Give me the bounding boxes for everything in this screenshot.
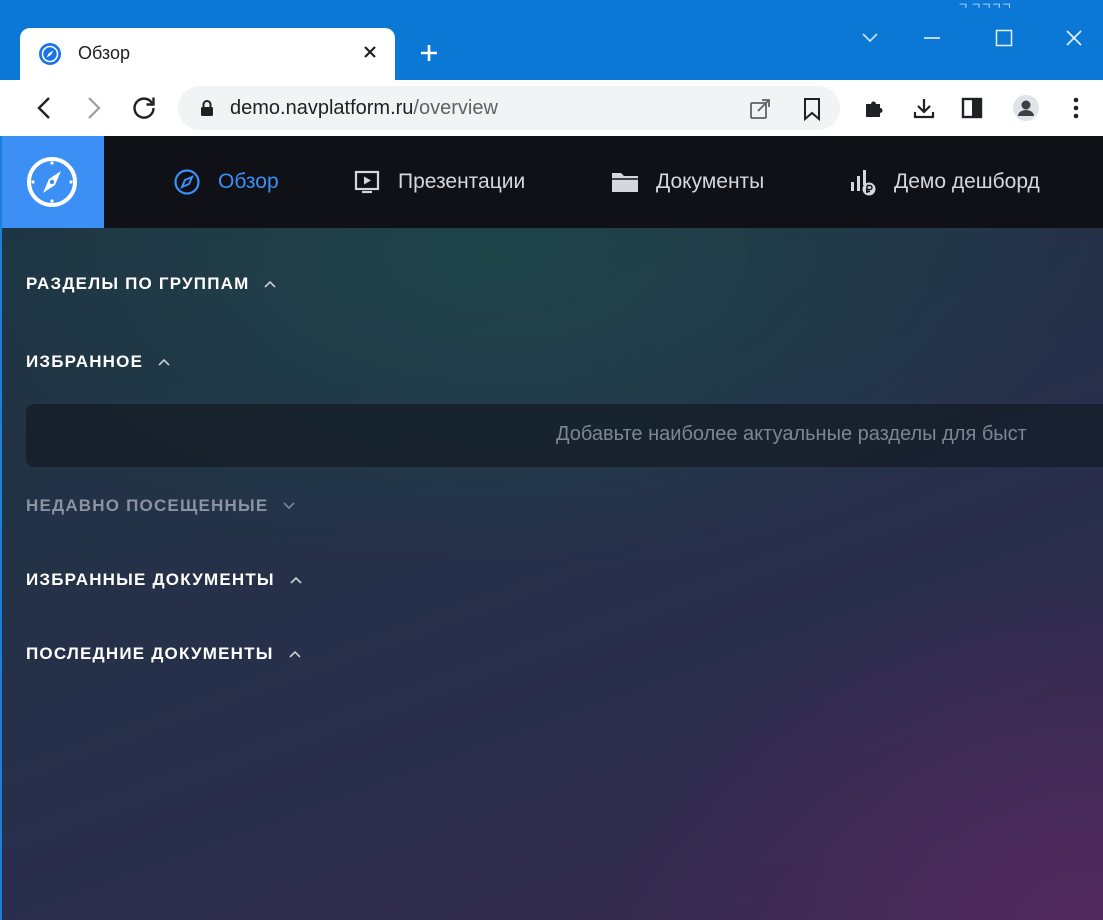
favorites-hint-text: Добавьте наиболее актуальные разделы для… bbox=[556, 423, 1027, 445]
chevron-up-icon bbox=[263, 277, 277, 291]
nav-item-presentations[interactable]: Презентации bbox=[352, 166, 525, 198]
browser-menu-icon[interactable] bbox=[1062, 94, 1090, 122]
app-content: Обзор Презентации Документы Демо дешборд… bbox=[0, 136, 1103, 920]
dashboard-chart-icon bbox=[848, 167, 878, 197]
presentation-icon bbox=[352, 167, 382, 197]
tab-title: Обзор bbox=[78, 43, 130, 63]
maximize-icon[interactable] bbox=[984, 20, 1024, 56]
tab-search-chevron-icon[interactable] bbox=[850, 20, 890, 56]
section-favorite-documents-toggle[interactable]: ИЗБРАННЫЕ ДОКУМЕНТЫ bbox=[26, 570, 303, 590]
nav-item-label: Презентации bbox=[398, 170, 526, 193]
app-header: Обзор Презентации Документы Демо дешборд bbox=[0, 136, 1103, 228]
section-title: РАЗДЕЛЫ ПО ГРУППАМ bbox=[26, 274, 250, 293]
section-title: НЕДАВНО ПОСЕЩЕННЫЕ bbox=[26, 496, 269, 515]
extensions-puzzle-icon[interactable] bbox=[860, 94, 888, 122]
nav-item-label: Демо дешборд bbox=[894, 170, 1040, 193]
section-recent-toggle[interactable]: НЕДАВНО ПОСЕЩЕННЫЕ bbox=[26, 496, 296, 516]
window-close-icon[interactable] bbox=[1054, 20, 1094, 56]
download-icon[interactable] bbox=[910, 94, 938, 122]
url-path: /overview bbox=[413, 97, 498, 119]
section-last-documents-toggle[interactable]: ПОСЛЕДНИЕ ДОКУМЕНТЫ bbox=[26, 644, 302, 664]
browser-tab[interactable]: Обзор bbox=[20, 28, 395, 80]
window-caption-text: ᄀ ᄀᄀᄀᄀ bbox=[958, 3, 1012, 15]
forward-arrow-icon[interactable] bbox=[78, 92, 110, 124]
section-title: ИЗБРАННОЕ bbox=[26, 352, 144, 371]
compass-favicon-icon bbox=[39, 43, 61, 65]
favorites-empty-panel: Добавьте наиболее актуальные разделы для… bbox=[26, 404, 1103, 467]
reload-icon[interactable] bbox=[128, 92, 160, 124]
new-tab-icon[interactable] bbox=[412, 36, 446, 70]
window-left-border bbox=[0, 136, 2, 920]
bookmark-icon[interactable] bbox=[800, 97, 824, 121]
chevron-up-icon bbox=[289, 573, 303, 587]
nav-item-demo-dashboard[interactable]: Демо дешборд bbox=[848, 166, 1040, 198]
share-icon[interactable] bbox=[748, 97, 772, 121]
chevron-up-icon bbox=[157, 355, 171, 369]
nav-item-overview[interactable]: Обзор bbox=[172, 166, 279, 198]
url-text: demo.navplatform.ru/overview bbox=[230, 97, 498, 120]
section-title: ИЗБРАННЫЕ ДОКУМЕНТЫ bbox=[26, 570, 275, 589]
browser-titlebar: Обзор ᄀ ᄀᄀᄀᄀ bbox=[0, 0, 1103, 80]
chevron-up-icon bbox=[288, 647, 302, 661]
profile-avatar-icon[interactable] bbox=[1012, 94, 1040, 122]
nav-item-label: Обзор bbox=[218, 170, 279, 193]
address-bar[interactable]: demo.navplatform.ru/overview bbox=[178, 86, 840, 130]
nav-item-label: Документы bbox=[656, 170, 765, 193]
section-title: ПОСЛЕДНИЕ ДОКУМЕНТЫ bbox=[26, 644, 274, 663]
chevron-down-icon bbox=[282, 499, 296, 513]
browser-toolbar: demo.navplatform.ru/overview bbox=[0, 80, 1103, 136]
tab-close-icon[interactable] bbox=[359, 41, 381, 63]
compass-icon bbox=[172, 167, 202, 197]
minimize-icon[interactable] bbox=[912, 20, 952, 56]
back-arrow-icon[interactable] bbox=[28, 92, 60, 124]
section-favorites-toggle[interactable]: ИЗБРАННОЕ bbox=[26, 352, 171, 372]
nav-item-documents[interactable]: Документы bbox=[610, 166, 764, 198]
logo-compass-icon[interactable] bbox=[0, 136, 104, 228]
url-host: demo.navplatform.ru bbox=[230, 97, 414, 119]
folder-icon bbox=[610, 167, 640, 197]
section-groups-toggle[interactable]: РАЗДЕЛЫ ПО ГРУППАМ bbox=[26, 274, 277, 294]
lock-icon bbox=[201, 100, 213, 116]
side-panel-icon[interactable] bbox=[958, 94, 986, 122]
